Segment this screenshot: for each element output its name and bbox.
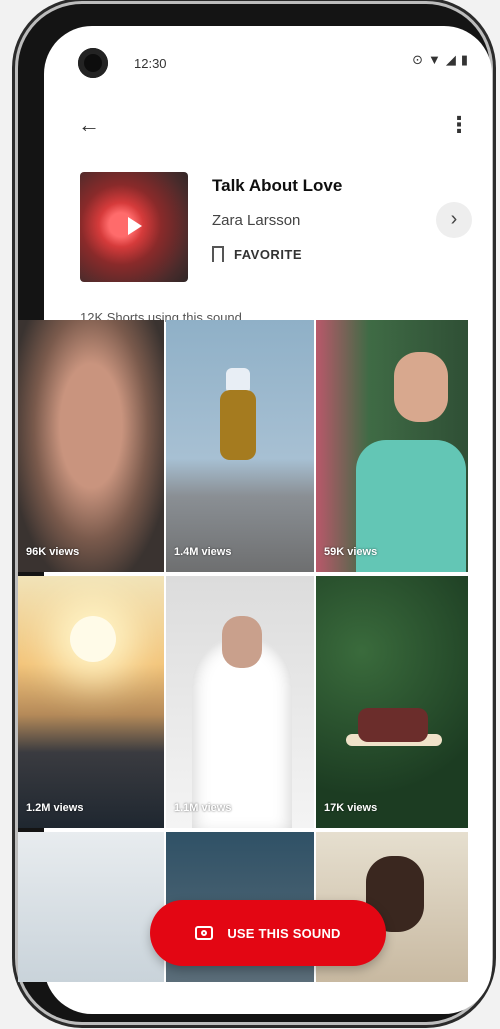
location-icon: ⊙ <box>412 52 423 67</box>
sound-artist: Zara Larsson <box>212 212 301 229</box>
favorite-label: FAVORITE <box>234 246 303 262</box>
favorite-button[interactable]: FAVORITE <box>212 246 303 268</box>
view-count: 17K views <box>324 802 378 814</box>
view-count: 1.1M views <box>174 802 232 814</box>
status-time: 12:30 <box>134 56 167 71</box>
sun-shape <box>70 616 116 662</box>
short-tile[interactable]: 96K views <box>18 320 164 572</box>
back-arrow-icon[interactable]: ← <box>78 112 100 138</box>
wifi-icon: ▼ <box>427 52 441 67</box>
status-icons: ⊙ ▼ ◢ ▮ <box>412 52 468 68</box>
view-count: 96K views <box>26 546 80 558</box>
view-count: 59K views <box>324 546 378 558</box>
more-options-icon[interactable]: ⋮ <box>448 112 470 138</box>
front-camera <box>78 48 108 78</box>
camera-icon <box>195 926 214 940</box>
short-tile[interactable]: 59K views <box>316 320 468 572</box>
person-figure <box>222 616 262 668</box>
battery-icon: ▮ <box>460 52 468 67</box>
skater-figure <box>220 390 256 460</box>
use-this-sound-label: USE THIS SOUND <box>227 925 341 941</box>
short-tile[interactable]: 1.2M views <box>18 576 164 828</box>
short-tile[interactable] <box>18 832 164 982</box>
sound-header: Talk About Love Zara Larsson FAVORITE › <box>44 172 492 282</box>
top-bar: ← ⋮ <box>44 106 492 146</box>
person-figure <box>394 352 448 422</box>
signal-icon: ◢ <box>445 52 456 67</box>
chevron-right-icon[interactable]: › <box>436 202 472 238</box>
status-bar: 12:30 ⊙ ▼ ◢ ▮ <box>44 26 492 92</box>
view-count: 1.4M views <box>174 546 232 558</box>
bookmark-icon <box>212 246 224 268</box>
sound-thumbnail[interactable] <box>80 172 188 282</box>
use-this-sound-button[interactable]: USE THIS SOUND <box>150 900 386 966</box>
play-icon[interactable] <box>128 217 142 235</box>
sound-title: Talk About Love <box>212 176 343 195</box>
short-tile[interactable]: 17K views <box>316 576 468 828</box>
shorts-grid: 96K views 1.4M views 59K views 1.2M view… <box>18 320 468 988</box>
short-tile[interactable]: 1.1M views <box>166 576 314 828</box>
short-tile[interactable]: 1.4M views <box>166 320 314 572</box>
cake-shape <box>358 708 428 742</box>
view-count: 1.2M views <box>26 802 84 814</box>
